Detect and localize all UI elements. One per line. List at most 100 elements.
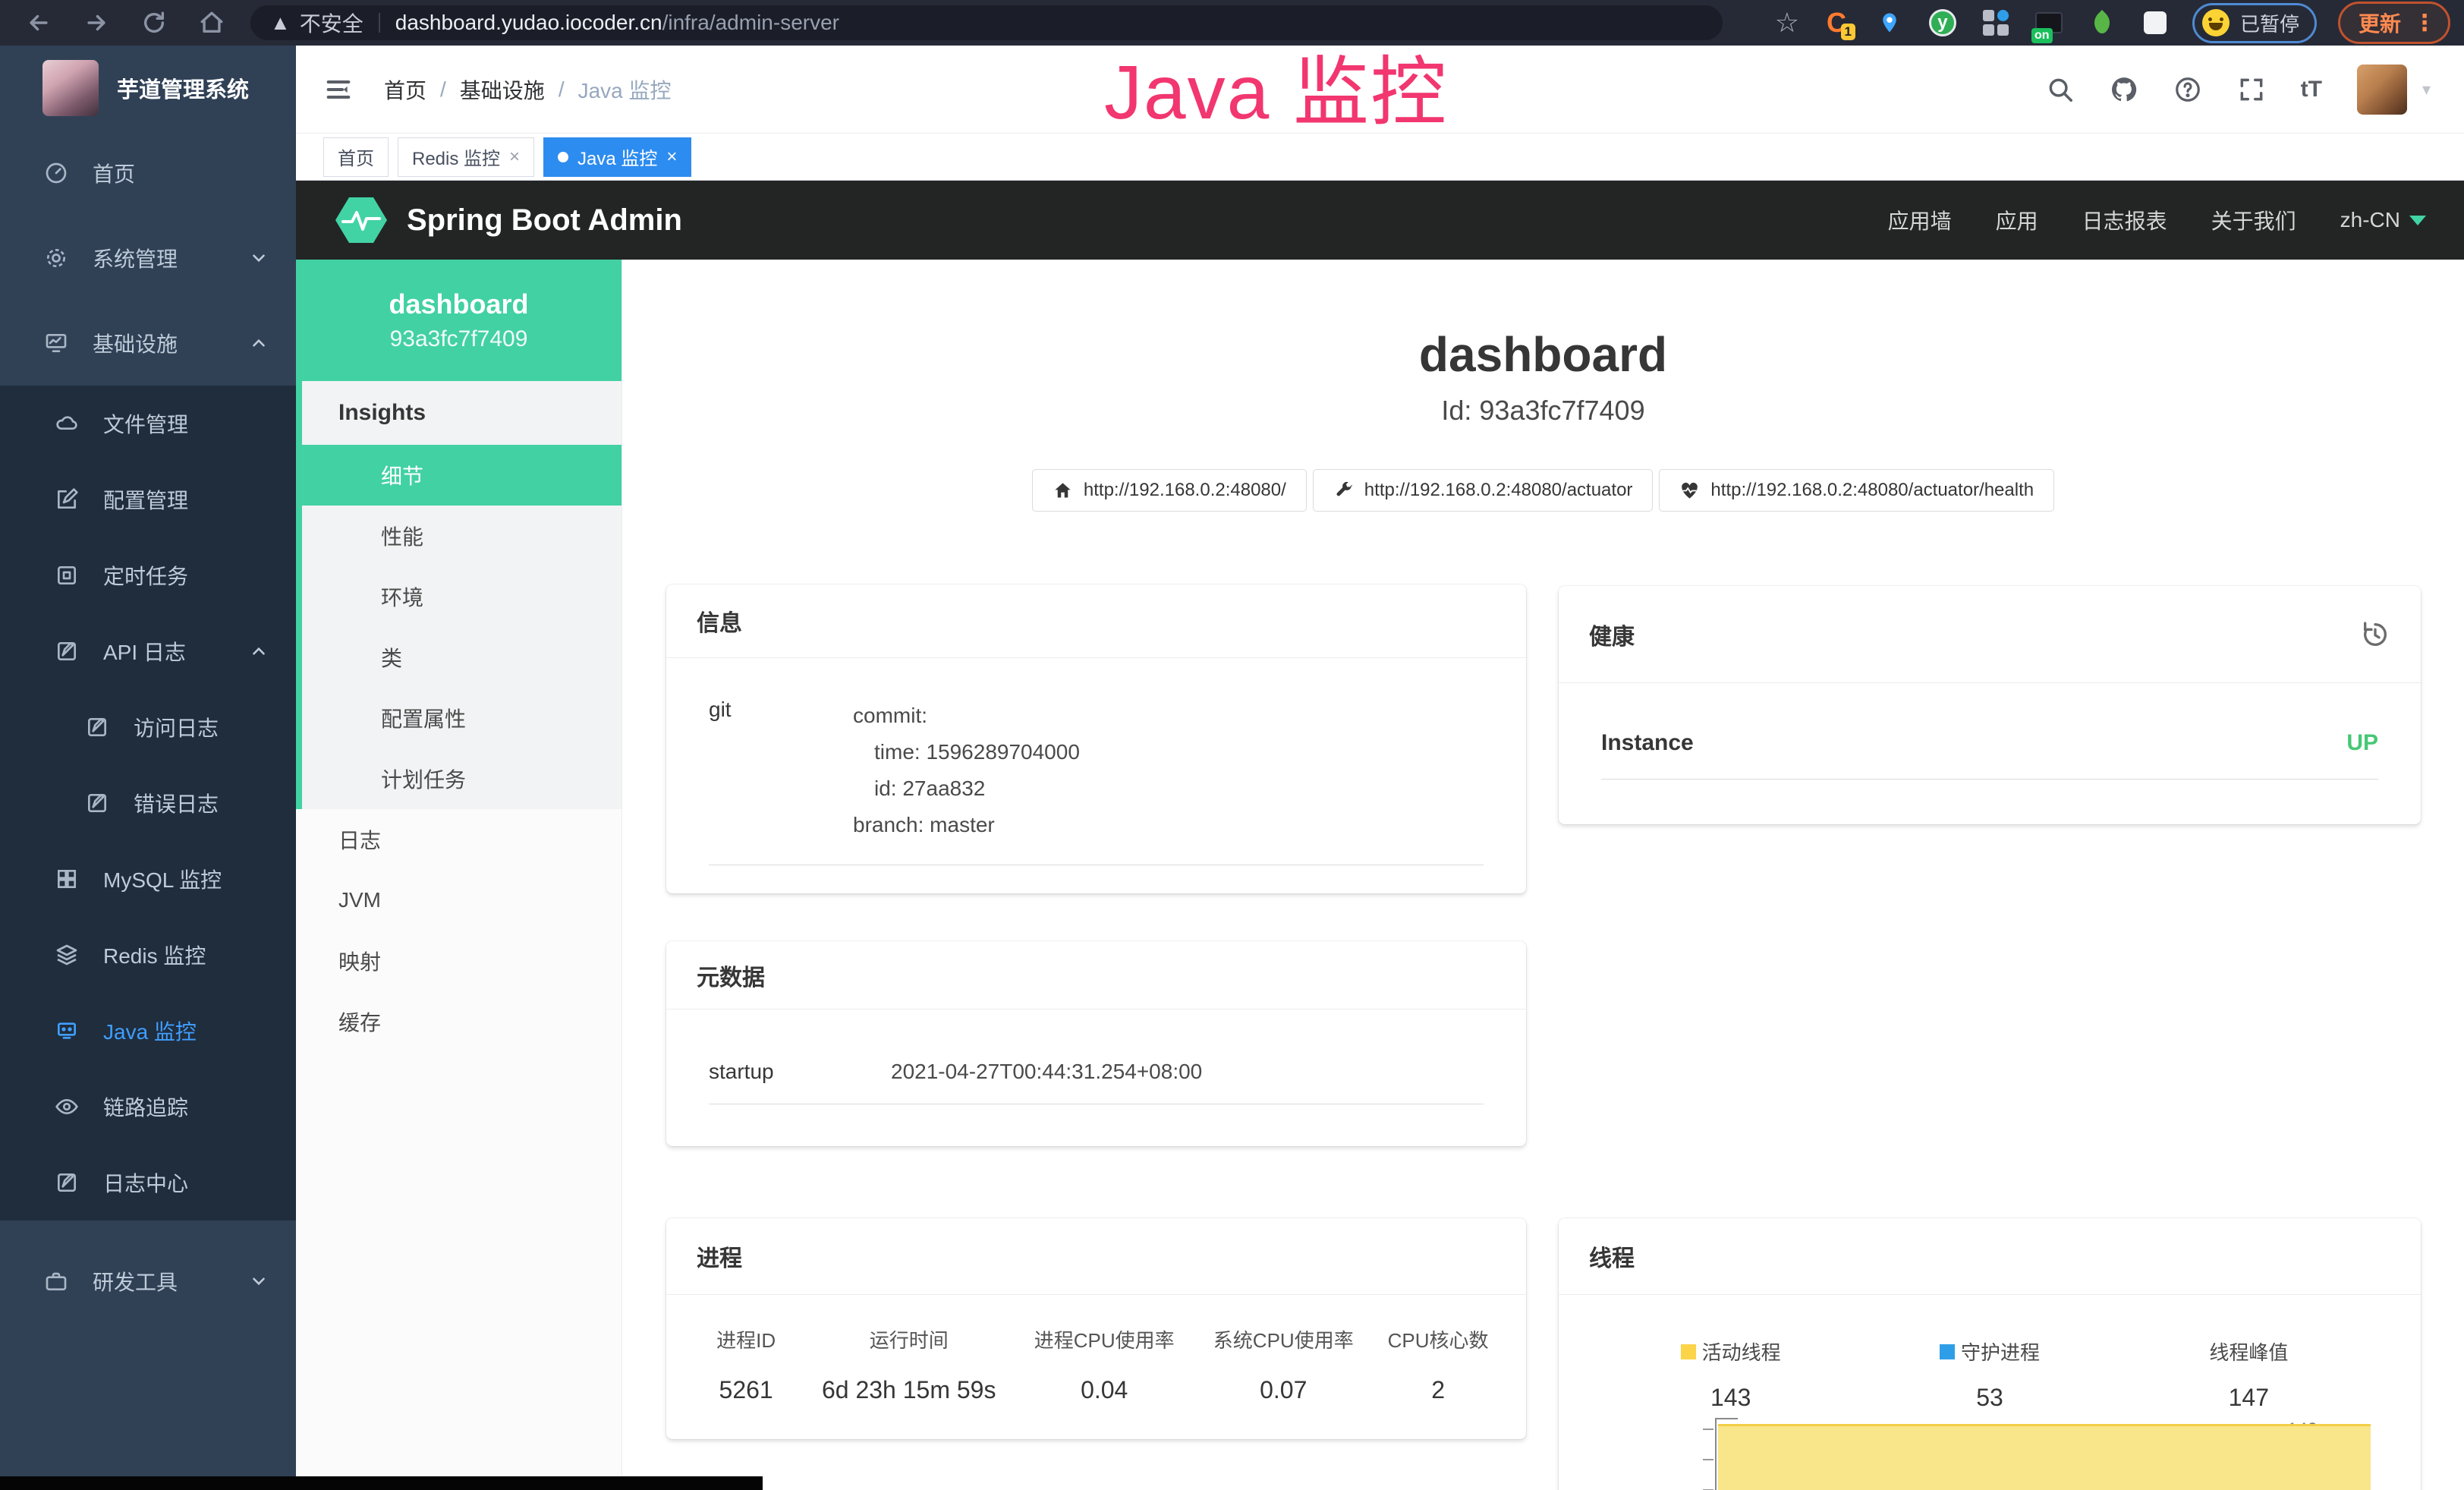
y-axis-tickmark	[1703, 1459, 1713, 1460]
chevron-down-icon	[249, 1271, 269, 1291]
sidebar-item-scheduled-jobs[interactable]: 定时任务	[0, 537, 296, 613]
card-health-title: 健康	[1589, 618, 1635, 651]
card-threads-title: 线程	[1559, 1218, 2421, 1295]
sba-nav-about[interactable]: 关于我们	[2211, 205, 2296, 235]
tab-home[interactable]: 首页	[323, 137, 389, 177]
log-edit-icon	[85, 791, 109, 815]
not-secure-label[interactable]: 不安全	[300, 8, 363, 38]
sba-item-details[interactable]: 细节	[302, 445, 622, 506]
back-icon[interactable]	[26, 10, 52, 36]
forward-icon[interactable]	[83, 10, 109, 36]
font-size-icon[interactable]: tT	[2301, 77, 2322, 102]
url-host: dashboard.yudao.iocoder.cn	[395, 11, 662, 35]
sidebar-item-mysql-monitor[interactable]: MySQL 监控	[0, 841, 296, 917]
breadcrumb-home[interactable]: 首页	[384, 74, 426, 105]
process-header-pid: 进程ID	[689, 1325, 803, 1353]
sidebar-item-api-log[interactable]: API 日志	[0, 613, 296, 689]
annotation-java-monitor: Java 监控	[1104, 30, 1448, 140]
y-axis-tickmark	[1703, 1429, 1713, 1430]
browser-nav	[0, 10, 225, 36]
sba-app-id: 93a3fc7f7409	[390, 326, 528, 352]
process-header-row: 进程ID 运行时间 进程CPU使用率 系统CPU使用率 CPU核心数	[689, 1325, 1503, 1353]
browser-menu-icon[interactable]: ⋮	[2413, 10, 2436, 36]
sidebar-item-config-management[interactable]: 配置管理	[0, 461, 296, 537]
heartbeat-icon	[1679, 480, 1700, 501]
sba-item-loggers[interactable]: 日志	[296, 809, 622, 870]
legend-item-live: 活动线程 143	[1601, 1337, 1860, 1412]
sba-item-environment[interactable]: 环境	[302, 566, 622, 627]
fullscreen-icon[interactable]	[2237, 75, 2266, 104]
legend-label: 活动线程	[1702, 1337, 1781, 1366]
sidebar-item-tracing[interactable]: 链路追踪	[0, 1069, 296, 1145]
reload-icon[interactable]	[141, 10, 167, 36]
address-bar[interactable]: ▲ 不安全 dashboard.yudao.iocoder.cn/infra/a…	[250, 5, 1723, 40]
tab-java-monitor[interactable]: Java 监控 ×	[543, 137, 691, 177]
sba-item-scheduledtasks[interactable]: 计划任务	[302, 748, 622, 809]
sba-group-title: Insights	[302, 381, 622, 445]
history-icon[interactable]	[2360, 619, 2390, 650]
sidebar-item-devtools[interactable]: 研发工具	[0, 1239, 296, 1324]
breadcrumb-infrastructure[interactable]: 基础设施	[460, 74, 545, 105]
sidebar-item-error-log[interactable]: 错误日志	[0, 765, 296, 841]
legend-label: 线程峰值	[2209, 1337, 2288, 1366]
not-secure-icon[interactable]: ▲	[270, 11, 291, 35]
extension-grid-icon[interactable]	[1980, 7, 2012, 39]
sba-item-beans[interactable]: 类	[302, 627, 622, 688]
sba-item-metrics[interactable]: 性能	[302, 506, 622, 566]
extension-sprout-icon[interactable]	[2086, 7, 2118, 39]
java-monitor-icon	[55, 1019, 79, 1043]
sidebar-item-file-management[interactable]: 文件管理	[0, 386, 296, 461]
sidebar-item-label: Java 监控	[103, 1016, 197, 1046]
breadcrumb: 首页 / 基础设施 / Java 监控	[384, 74, 672, 105]
sidebar-item-label: 基础设施	[93, 328, 178, 358]
sidebar-submenu-infrastructure: 文件管理 配置管理 定时任务 API 日志 访问日志 错误日志	[0, 386, 296, 1221]
sidebar-item-java-monitor[interactable]: Java 监控	[0, 993, 296, 1069]
task-icon	[55, 563, 79, 587]
sidebar-item-home[interactable]: 首页	[0, 131, 296, 216]
help-icon[interactable]	[2173, 75, 2202, 104]
extension-switch-icon[interactable]: on	[2033, 7, 2065, 39]
sidebar-item-label: 日志中心	[103, 1167, 188, 1198]
hamburger-icon[interactable]	[323, 74, 354, 105]
user-caret-icon[interactable]: ▾	[2422, 80, 2431, 99]
card-metadata-title: 元数据	[666, 941, 1526, 1010]
sba-item-mappings[interactable]: 映射	[296, 931, 622, 991]
sidebar-item-redis-monitor[interactable]: Redis 监控	[0, 917, 296, 993]
home-icon[interactable]	[199, 10, 225, 36]
profile-paused-chip[interactable]: 已暂停	[2192, 3, 2317, 43]
search-icon[interactable]	[2046, 75, 2075, 104]
chrome-update-button[interactable]: 更新 ⋮	[2338, 2, 2450, 44]
close-icon[interactable]: ×	[509, 146, 520, 168]
user-avatar[interactable]	[2357, 65, 2407, 115]
extension-puzzle-icon[interactable]	[2139, 7, 2171, 39]
health-key: Instance	[1601, 730, 1694, 756]
navbar-actions: tT ▾	[2046, 65, 2464, 115]
sba-nav-wallboard[interactable]: 应用墙	[1888, 205, 1952, 235]
sba-brand[interactable]: Spring Boot Admin	[334, 196, 682, 244]
sidebar-item-access-log[interactable]: 访问日志	[0, 689, 296, 765]
extension-y-icon[interactable]: y	[1927, 7, 1959, 39]
sba-nav-journal[interactable]: 日志报表	[2082, 205, 2167, 235]
sidebar-item-log-center[interactable]: 日志中心	[0, 1145, 296, 1221]
extension-pin-icon[interactable]	[1874, 7, 1905, 39]
sidebar-item-label: 访问日志	[134, 712, 219, 742]
service-url-link[interactable]: http://192.168.0.2:48080/	[1032, 469, 1307, 512]
app-logo-row[interactable]: 芋道管理系统	[0, 46, 296, 131]
tab-redis-monitor[interactable]: Redis 监控 ×	[398, 137, 534, 177]
sba-language-select[interactable]: zh-CN	[2340, 208, 2426, 232]
health-url-link[interactable]: http://192.168.0.2:48080/actuator/health	[1659, 469, 2054, 512]
bookmark-star-icon[interactable]: ☆	[1775, 7, 1799, 39]
actuator-url-link[interactable]: http://192.168.0.2:48080/actuator	[1313, 469, 1654, 512]
sidebar-item-infrastructure[interactable]: 基础设施	[0, 301, 296, 386]
close-icon[interactable]: ×	[666, 146, 677, 168]
sba-item-caches[interactable]: 缓存	[296, 991, 622, 1052]
extension-colorzilla-icon[interactable]: C1	[1820, 7, 1852, 39]
sba-item-configprops[interactable]: 配置属性	[302, 688, 622, 748]
sidebar-item-system[interactable]: 系统管理	[0, 216, 296, 301]
process-value-pid: 5261	[689, 1376, 803, 1404]
sba-nav-applications[interactable]: 应用	[1996, 205, 2038, 235]
github-icon[interactable]	[2110, 75, 2138, 104]
sba-item-jvm[interactable]: JVM	[296, 870, 622, 931]
browser-actions: ☆ C1 y on 已暂停 更新 ⋮	[1775, 2, 2464, 44]
sba-app-header[interactable]: dashboard 93a3fc7f7409	[296, 260, 622, 381]
